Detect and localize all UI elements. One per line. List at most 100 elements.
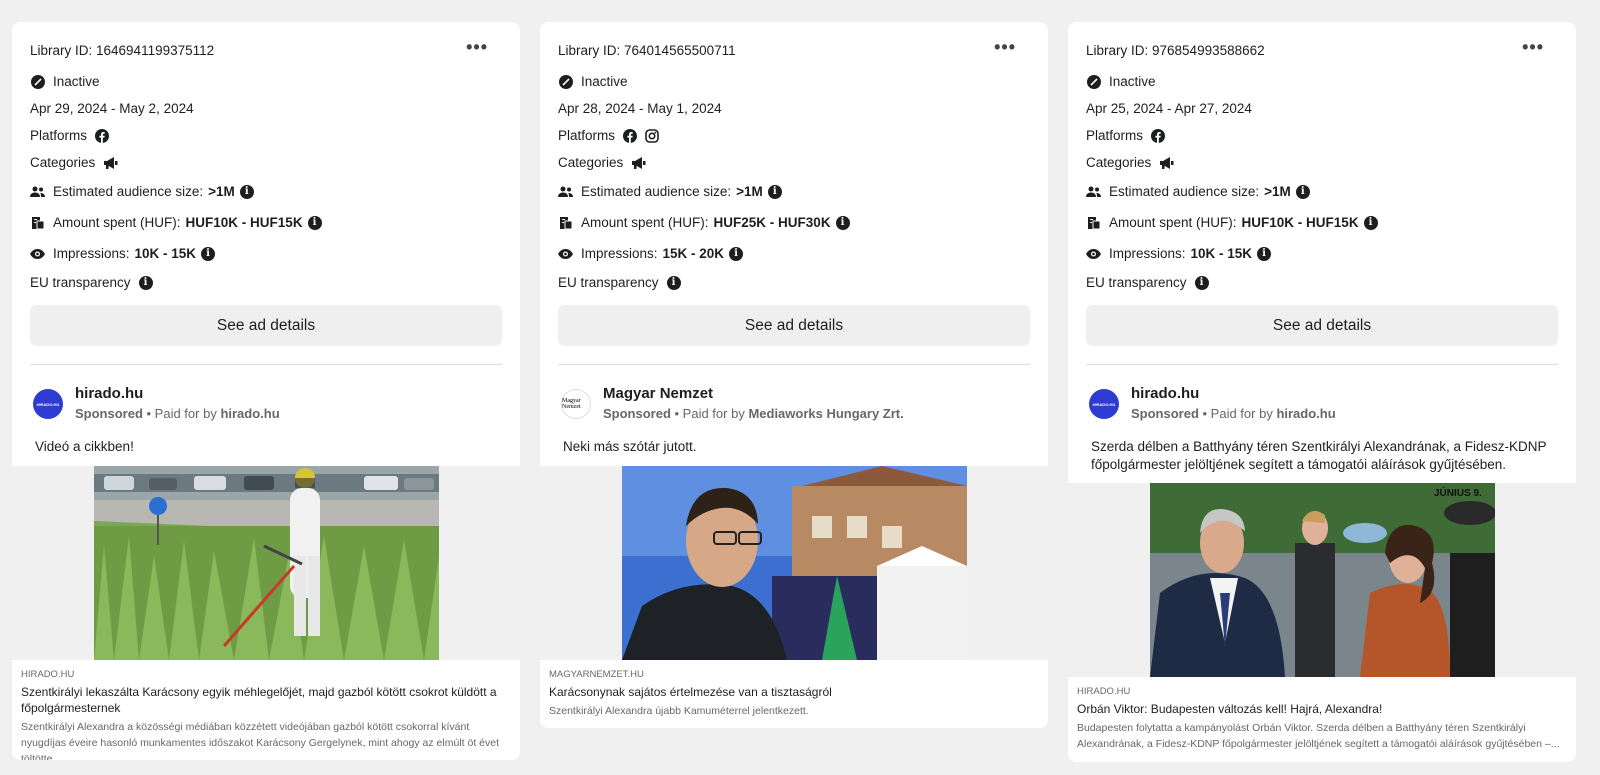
platforms-row: Platforms [1086,122,1558,149]
categories-row: Categories [558,149,1030,176]
paid-for-name: Mediaworks Hungary Zrt. [748,406,904,421]
facebook-icon [623,128,638,143]
link-title: Szentkirályi lekaszálta Karácsony egyik … [21,685,497,715]
amount-row: Amount spent (HUF): HUF10K - HUF15K i [30,207,502,238]
impressions-label: Impressions: [1109,246,1186,261]
ad-card: Library ID: 764014565500711 ••• Inactive… [540,22,1048,728]
platforms-label: Platforms [1086,128,1144,143]
advertiser-name[interactable]: hirado.hu [1131,385,1336,402]
audience-label: Estimated audience size: [1109,184,1260,199]
audience-row: Estimated audience size: >1M i [558,176,1030,207]
megaphone-icon [631,156,647,170]
amount-value: HUF25K - HUF30K [713,215,831,230]
library-id: Library ID: 1646941199375112 ••• [30,38,502,59]
info-icon[interactable]: i [1363,215,1378,230]
avatar[interactable]: HIRADO.HU [1089,389,1119,419]
ad-image[interactable]: JÚNIUS 9. [1068,483,1576,677]
eye-icon [1086,246,1101,261]
inactive-icon [1086,74,1101,89]
more-options-icon[interactable]: ••• [994,38,1016,56]
audience-value: >1M [736,184,763,199]
sponsored-label: Sponsored [75,406,143,421]
info-icon[interactable]: i [666,275,681,290]
info-icon[interactable]: i [835,215,850,230]
date-range: Apr 29, 2024 - May 2, 2024 [30,95,502,122]
facebook-icon [95,128,110,143]
image-overlay-text: JÚNIUS 9. [1434,486,1482,499]
advertiser-name[interactable]: hirado.hu [75,385,280,402]
amount-row: Amount spent (HUF): HUF25K - HUF30K i [558,207,1030,238]
info-icon[interactable]: i [1257,246,1272,261]
sponsored-line: Sponsored • Paid for by hirado.hu [75,406,280,421]
info-icon[interactable]: i [767,184,782,199]
ad-body-text: Szerda délben a Batthyány téren Szentkir… [1091,439,1547,472]
categories-label: Categories [558,155,624,170]
status-text: Inactive [1109,74,1156,89]
status-text: Inactive [53,74,100,89]
more-options-icon[interactable]: ••• [466,38,488,56]
link-title: Karácsonynak sajátos értelmezése van a t… [549,685,832,699]
avatar[interactable]: Magyar Nemzet [561,389,591,419]
see-ad-details-button[interactable]: See ad details [558,305,1030,346]
info-icon[interactable]: i [138,275,153,290]
paid-for-name: hirado.hu [1276,406,1336,421]
platforms-row: Platforms [558,122,1030,149]
audience-value: >1M [208,184,235,199]
grass-cutter-image [93,466,439,660]
link-domain: HIRADO.HU [21,669,75,680]
advertiser-name[interactable]: Magyar Nemzet [603,385,904,402]
categories-label: Categories [1086,155,1152,170]
megaphone-icon [1159,156,1175,170]
ad-image[interactable] [12,466,520,660]
platforms-row: Platforms [30,122,502,149]
info-icon[interactable]: i [729,246,744,261]
info-icon[interactable]: i [307,215,322,230]
info-icon[interactable]: i [201,246,216,261]
link-description: Szentkirályi Alexandra a közösségi médiá… [21,721,500,760]
categories-row: Categories [30,149,502,176]
campaign-photo-image: JÚNIUS 9. [1149,483,1495,677]
link-preview[interactable]: HIRADO.HU Orbán Viktor: Budapesten válto… [1068,677,1576,762]
info-icon[interactable]: i [1295,184,1310,199]
paid-for-prefix: • Paid for by [142,406,221,421]
impressions-row: Impressions: 10K - 15K i [30,238,502,269]
ad-body-text: Videó a cikkben! [35,439,134,454]
status-text: Inactive [581,74,628,89]
amount-row: Amount spent (HUF): HUF10K - HUF15K i [1086,207,1558,238]
eu-transparency-row: EU transparency i [558,269,1030,296]
link-description: Budapesten folytatta a kampányolást Orbá… [1077,722,1560,750]
megaphone-icon [103,156,119,170]
impressions-label: Impressions: [581,246,658,261]
impressions-label: Impressions: [53,246,130,261]
amount-label: Amount spent (HUF): [53,215,181,230]
avatar[interactable]: HIRADO.HU [33,389,63,419]
date-range: Apr 25, 2024 - Apr 27, 2024 [1086,95,1558,122]
audience-row: Estimated audience size: >1M i [30,176,502,207]
library-id-text: Library ID: 764014565500711 [558,42,736,58]
link-domain: MAGYARNEMZET.HU [549,669,644,680]
link-preview[interactable]: HIRADO.HU Szentkirályi lekaszálta Karács… [12,660,520,760]
date-range-text: Apr 29, 2024 - May 2, 2024 [30,101,194,116]
info-icon[interactable]: i [1194,275,1209,290]
people-icon [558,184,573,199]
info-icon[interactable]: i [239,184,254,199]
advertiser-header: HIRADO.HU hirado.hu Sponsored • Paid for… [1086,365,1558,431]
impressions-value: 10K - 15K [1190,246,1253,261]
amount-value: HUF10K - HUF15K [1241,215,1359,230]
ad-image[interactable] [540,466,1048,660]
eu-transparency-label: EU transparency [1086,275,1187,290]
paid-for-name: hirado.hu [220,406,280,421]
ad-card: Library ID: 1646941199375112 ••• Inactiv… [12,22,520,760]
link-preview[interactable]: MAGYARNEMZET.HU Karácsonynak sajátos ért… [540,660,1048,728]
see-ad-details-button[interactable]: See ad details [1086,305,1558,346]
more-options-icon[interactable]: ••• [1522,38,1544,56]
inactive-icon [558,74,573,89]
advertiser-header: HIRADO.HU hirado.hu Sponsored • Paid for… [30,365,502,431]
instagram-icon [645,128,659,143]
sponsored-line: Sponsored • Paid for by Mediaworks Hunga… [603,406,904,421]
library-id-text: Library ID: 976854993588662 [1086,42,1265,58]
sponsored-label: Sponsored [1131,406,1199,421]
see-ad-details-button[interactable]: See ad details [30,305,502,346]
status-row: Inactive [1086,68,1558,95]
status-row: Inactive [558,68,1030,95]
